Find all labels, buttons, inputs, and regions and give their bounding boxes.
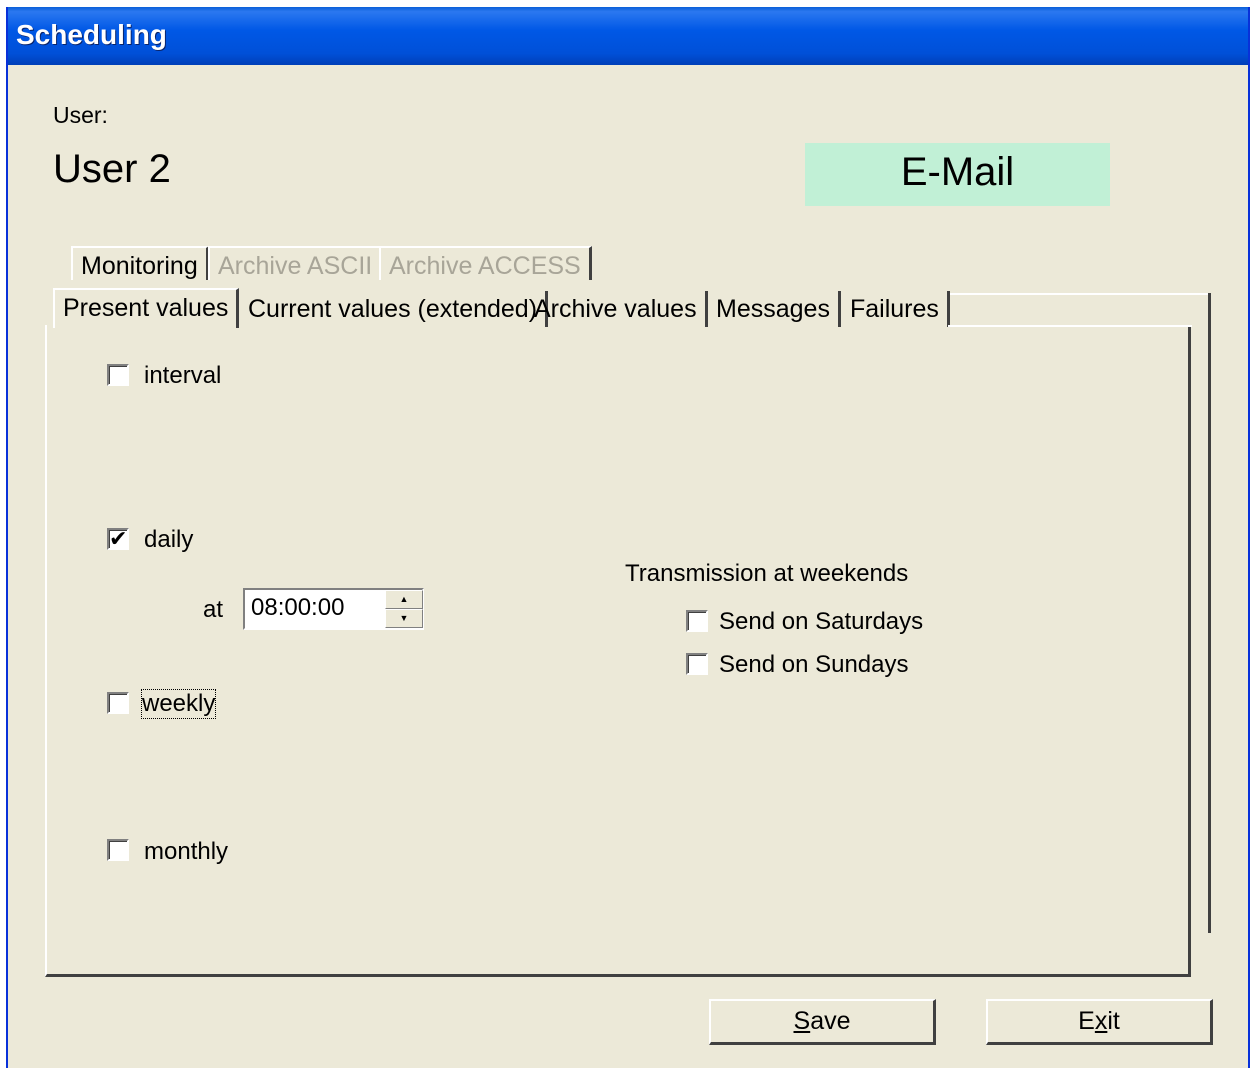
monthly-checkbox[interactable] [107,839,129,861]
sunday-checkbox[interactable] [686,653,708,675]
tab-archive-ascii[interactable]: Archive ASCII [208,246,384,280]
weekends-heading: Transmission at weekends [625,560,909,587]
tab-panel [45,325,1191,977]
save-button[interactable]: Save [709,999,936,1045]
time-spinner[interactable]: ▲ ▼ [385,590,423,628]
tab-messages[interactable]: Messages [708,291,841,327]
tab-failures[interactable]: Failures [842,291,950,327]
sunday-label: Send on Sundays [719,651,909,678]
spin-down-icon[interactable]: ▼ [385,609,423,628]
daily-label: daily [144,526,194,553]
tab-monitoring[interactable]: Monitoring [71,246,209,280]
tab-panel-top-edge [948,325,1192,327]
back-panel-right-edge [1208,293,1211,933]
weekly-checkbox[interactable] [107,692,129,714]
back-panel-top-edge [948,293,1210,295]
tab-present-values[interactable]: Present values [53,288,240,328]
tab-archive-access[interactable]: Archive ACCESS [379,246,592,280]
interval-checkbox[interactable] [107,364,129,386]
window-title: Scheduling [16,19,167,50]
exit-button[interactable]: Exit [986,999,1213,1045]
user-name: User 2 [53,147,171,191]
user-label: User: [53,102,108,128]
channel-badge: E-Mail [805,143,1110,206]
saturday-checkbox[interactable] [686,610,708,632]
tab-current-values-extended[interactable]: Current values (extended) [240,291,549,327]
interval-label: interval [144,362,222,389]
at-label: at [203,596,224,623]
monthly-label: monthly [144,838,229,865]
scheduling-window: Scheduling User: User 2 E-Mail Monitorin… [6,7,1250,1068]
daily-checkbox[interactable]: ✔ [107,528,129,550]
weekly-label: weekly [140,689,217,719]
checkmark-icon: ✔ [109,526,128,551]
spin-up-icon[interactable]: ▲ [385,590,423,609]
tab-archive-values[interactable]: Archive values [526,291,708,327]
title-bar[interactable]: Scheduling [8,7,1248,65]
saturday-label: Send on Saturdays [719,608,924,635]
